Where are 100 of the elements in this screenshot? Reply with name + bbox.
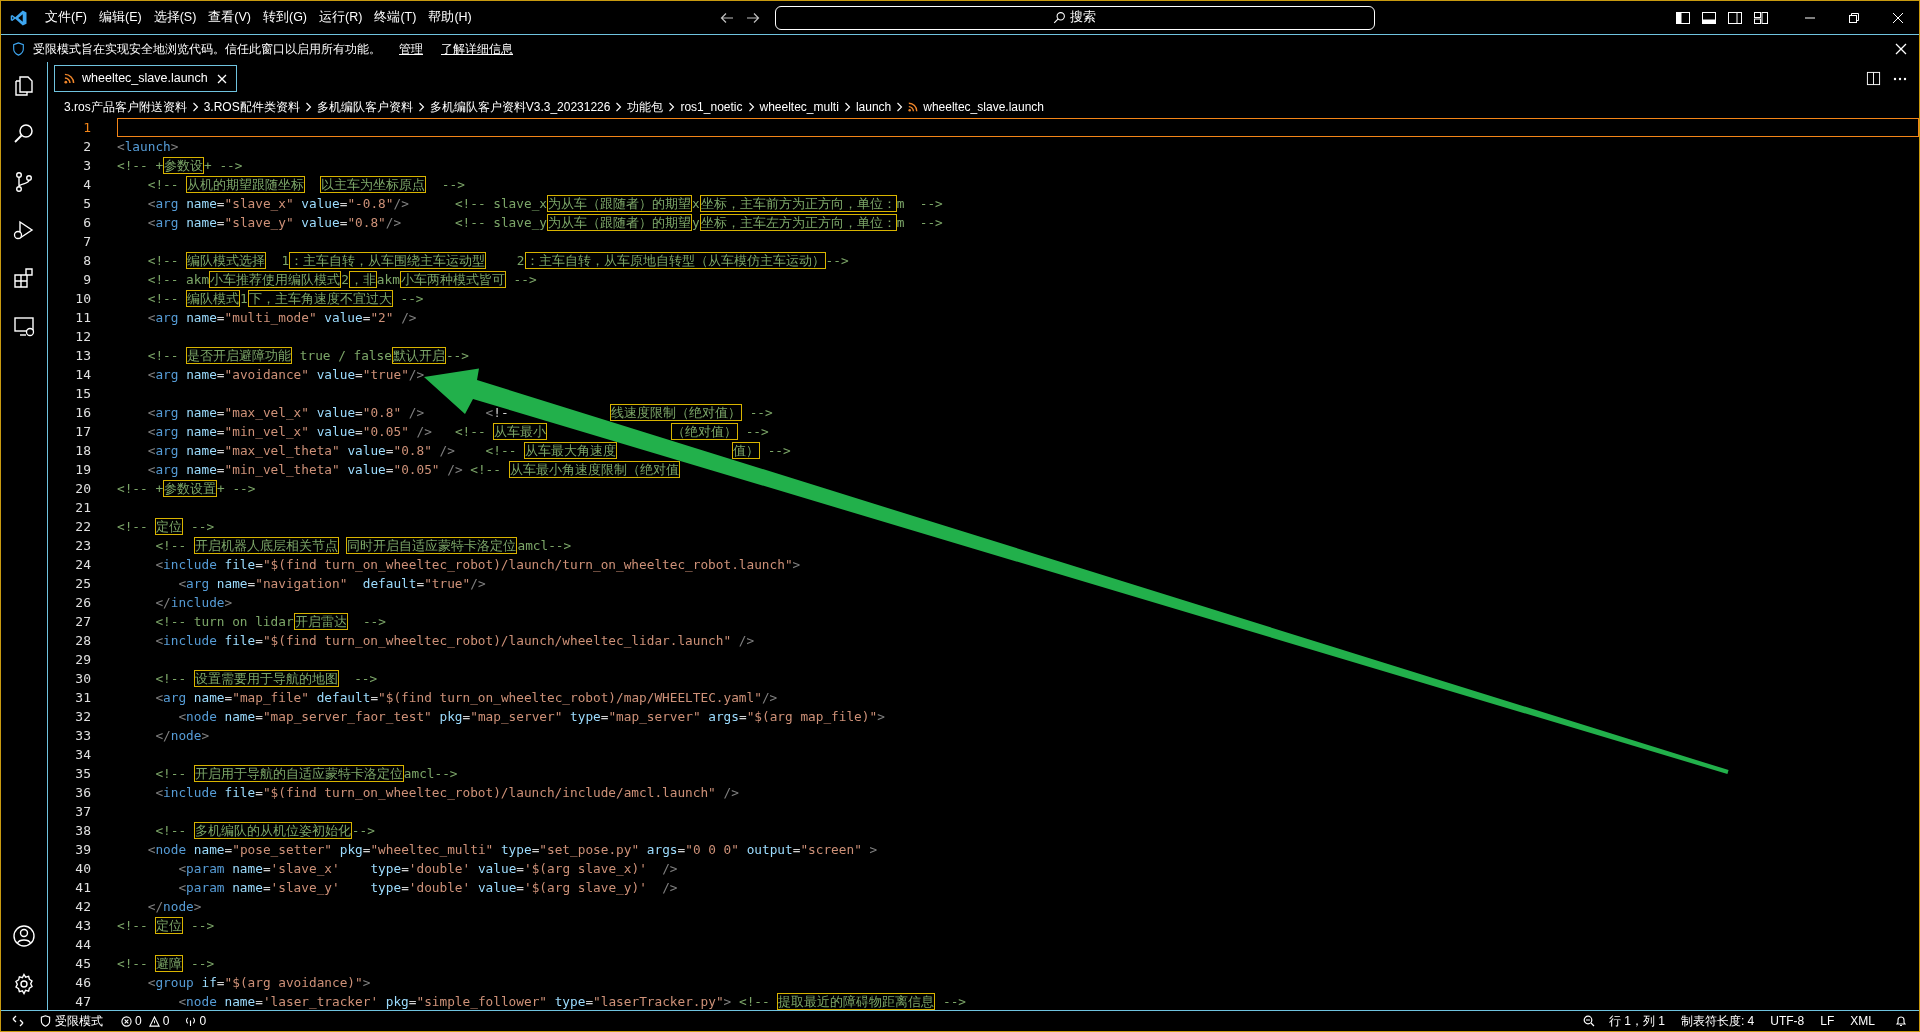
restore-icon[interactable] bbox=[1847, 10, 1861, 25]
toggle-sidebar-icon[interactable] bbox=[1675, 9, 1691, 26]
menu-item[interactable]: 编辑(E) bbox=[93, 8, 147, 27]
line-number: 22 bbox=[74, 517, 91, 536]
menu-item[interactable]: 文件(F) bbox=[40, 8, 92, 27]
customize-layout-icon[interactable] bbox=[1753, 9, 1769, 26]
breadcrumb-item[interactable]: 多机编队客户资料V3.3_20231226 bbox=[429, 97, 611, 116]
line-number: 26 bbox=[74, 593, 91, 612]
code-line: <arg name="max_vel_x" value="0.8" /> <!- 线速度限制（绝对值） --> bbox=[146, 403, 774, 422]
shield-icon bbox=[40, 1015, 51, 1027]
extensions-icon[interactable] bbox=[12, 266, 36, 290]
code-line: <!-- 从机的期望跟随坐标 以主车为坐标原点 --> bbox=[146, 175, 466, 194]
chevron-icon bbox=[747, 101, 755, 112]
breadcrumb-item[interactable]: ros1_noetic bbox=[680, 97, 743, 116]
editor-tab[interactable]: wheeltec_slave.launch bbox=[54, 65, 237, 92]
rss-icon bbox=[64, 73, 75, 84]
chevron-icon bbox=[191, 101, 199, 112]
line-number: 24 bbox=[74, 555, 91, 574]
code-line: <arg name="avoidance" value="true"/> bbox=[146, 366, 426, 384]
breadcrumb-item[interactable]: 功能包 bbox=[627, 97, 664, 116]
line-number: 30 bbox=[74, 669, 91, 688]
menu-item[interactable]: 运行(R) bbox=[314, 8, 368, 27]
settings-icon[interactable] bbox=[12, 972, 36, 996]
remote-icon[interactable] bbox=[12, 1015, 24, 1027]
chevron-icon bbox=[843, 101, 851, 112]
line-number: 34 bbox=[74, 745, 91, 764]
zoom-icon[interactable] bbox=[1582, 1015, 1595, 1027]
close-icon[interactable] bbox=[216, 73, 227, 84]
line-number: 40 bbox=[74, 859, 91, 878]
line-number: 11 bbox=[74, 308, 91, 327]
code-line: <param name='slave_x' type='double' value='$(arg slave_x)' /> bbox=[177, 860, 679, 878]
close-icon[interactable] bbox=[1891, 10, 1905, 25]
menu-item[interactable]: 帮助(H) bbox=[423, 8, 477, 27]
line-number: 3 bbox=[82, 156, 91, 175]
split-editor-icon[interactable] bbox=[1866, 71, 1881, 86]
code-line: <include file="$(find turn_on_wheeltec_robot)/launch/wheeltec_lidar.launch" /> bbox=[154, 632, 756, 650]
line-number: 14 bbox=[74, 365, 91, 384]
banner-link[interactable]: 管理 bbox=[399, 39, 423, 58]
code-line: <group if="$(arg avoidance)"> bbox=[146, 974, 372, 992]
code-line: <arg name="multi_mode" value="2" /> bbox=[146, 309, 418, 327]
breadcrumb-item[interactable]: 3.ROS配件类资料 bbox=[203, 97, 300, 116]
breadcrumb-item[interactable]: wheeltec_multi bbox=[759, 97, 839, 116]
problems-status[interactable]: 0 0 bbox=[121, 1012, 170, 1030]
restricted-mode-message: 受限模式旨在实现安全地浏览代码。信任此窗口以启用所有功能。 bbox=[33, 40, 381, 58]
line-number: 47 bbox=[74, 992, 91, 1011]
cursor-position[interactable]: 行 1，列 1 bbox=[1608, 1012, 1665, 1030]
breadcrumb-item[interactable]: launch bbox=[855, 97, 892, 116]
breadcrumb-item[interactable]: wheeltec_slave.launch bbox=[923, 97, 1044, 116]
command-center-search[interactable]: 搜索 bbox=[774, 5, 1375, 30]
line-number: 29 bbox=[74, 650, 91, 669]
restricted-mode-status[interactable]: 受限模式 bbox=[40, 1012, 103, 1030]
line-number: 41 bbox=[74, 878, 91, 897]
code-line: <!-- +参数设+ --> bbox=[117, 156, 244, 175]
menu-item[interactable]: 查看(V) bbox=[203, 8, 256, 27]
code-line: <param name='slave_y' type='double' value='$(arg slave_y)' /> bbox=[177, 879, 679, 897]
line-number: 4 bbox=[82, 175, 91, 194]
breadcrumb-item[interactable]: 多机编队客户资料 bbox=[316, 97, 413, 116]
line-number: 21 bbox=[74, 498, 91, 517]
code-line: <include file="$(find turn_on_wheeltec_robot)/launch/turn_on_wheeltec_robot.launch"> bbox=[154, 556, 802, 574]
code-line: <arg name="slave_x" value="-0.8"/> <!-- slave_x为从车（跟随者）的期望x坐标，主车前方为正方向，单位：m --> bbox=[146, 194, 944, 213]
menu-item[interactable]: 终端(T) bbox=[369, 8, 422, 27]
line-number: 38 bbox=[74, 821, 91, 840]
toggle-panel-icon[interactable] bbox=[1701, 9, 1717, 26]
files-icon[interactable] bbox=[12, 74, 36, 98]
code-line: </node> bbox=[146, 898, 203, 916]
remote-explorer-icon[interactable] bbox=[12, 314, 36, 338]
chevron-icon bbox=[417, 101, 425, 112]
code-line: <!-- 多机编队的从机位姿初始化--> bbox=[154, 821, 376, 840]
error-icon bbox=[121, 1015, 132, 1027]
breadcrumb-item[interactable]: 3.ros产品客户附送资料 bbox=[64, 97, 187, 116]
warning-icon bbox=[148, 1015, 160, 1027]
code-line: <arg name="max_vel_theta" value="0.8" /> <!-- 从车最大角速度 值） --> bbox=[146, 441, 792, 460]
line-number: 43 bbox=[74, 916, 91, 935]
indentation-status[interactable]: 制表符长度: 4 bbox=[1680, 1012, 1755, 1030]
code-line: <!-- 编队模式1下，主车角速度不宜过大 --> bbox=[146, 289, 425, 308]
line-number: 9 bbox=[82, 270, 91, 289]
banner-link[interactable]: 了解详细信息 bbox=[441, 39, 513, 58]
encoding-status[interactable]: UTF-8 bbox=[1770, 1012, 1805, 1030]
line-number: 23 bbox=[74, 536, 91, 555]
close-icon[interactable] bbox=[1895, 42, 1907, 55]
line-number: 1 bbox=[82, 118, 91, 137]
account-icon[interactable] bbox=[12, 924, 36, 948]
code-line: <!-- 定位 --> bbox=[117, 517, 216, 536]
line-number: 45 bbox=[74, 954, 91, 973]
code-line: <arg name="min_vel_x" value="0.05" /> <!-- 从车最小 （绝对值） --> bbox=[146, 422, 770, 441]
ports-status[interactable]: 0 bbox=[185, 1012, 207, 1030]
code-line: </node> bbox=[154, 727, 211, 745]
code-line: <node name='laser_tracker' pkg="simple_follower" type="laserTracker.py"> <!-- 提取最近的障碍物距离信息 --> bbox=[177, 992, 968, 1011]
code-line: <!-- 避障 --> bbox=[117, 954, 216, 973]
line-number: 15 bbox=[74, 384, 91, 403]
shield-icon bbox=[12, 41, 25, 56]
language-mode[interactable]: XML bbox=[1850, 1012, 1875, 1030]
bell-icon[interactable] bbox=[1895, 1015, 1907, 1027]
line-number: 17 bbox=[74, 422, 91, 441]
line-number: 13 bbox=[74, 346, 91, 365]
menu-item[interactable]: 转到(G) bbox=[258, 8, 313, 27]
toggle-secondary-sidebar-icon[interactable] bbox=[1727, 9, 1743, 26]
menu-item[interactable]: 选择(S) bbox=[148, 8, 202, 27]
line-ending-status[interactable]: LF bbox=[1820, 1012, 1835, 1030]
line-number: 28 bbox=[74, 631, 91, 650]
